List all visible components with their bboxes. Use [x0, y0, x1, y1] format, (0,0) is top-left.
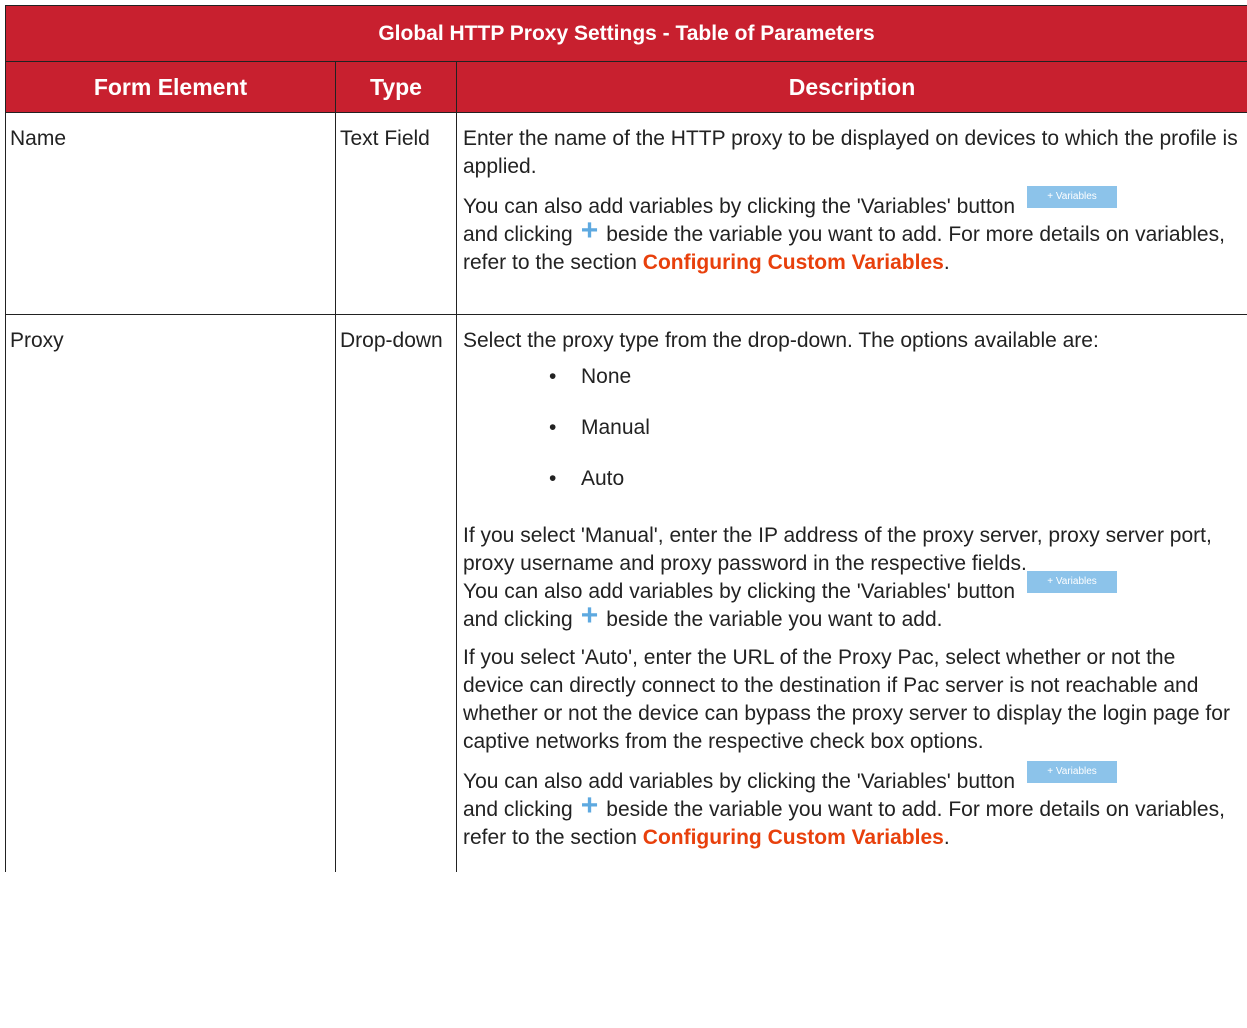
bullet-icon: •: [549, 365, 557, 388]
description-paragraph: You can also add variables by clicking t…: [463, 761, 1241, 852]
table-title: Global HTTP Proxy Settings - Table of Pa…: [4, 5, 1247, 62]
description-paragraph: If you select 'Auto', enter the URL of t…: [463, 646, 1230, 753]
option-label: None: [581, 365, 632, 388]
description-text: You can also add variables by clicking t…: [463, 770, 1016, 793]
table-header-row: Form Element Type Description: [5, 61, 1247, 113]
variables-button-image: + Variables: [1027, 186, 1118, 209]
variables-button-image: + Variables: [1027, 761, 1118, 784]
type-cell: Text Field: [335, 112, 457, 315]
description-paragraph: If you select 'Manual', enter the IP add…: [463, 522, 1241, 634]
description-cell: Select the proxy type from the drop-down…: [455, 314, 1247, 872]
variables-button-image: + Variables: [1027, 571, 1118, 594]
list-item: • Auto: [463, 465, 1241, 516]
description-text: beside the variable you want to add.: [606, 608, 943, 631]
description-text: .: [943, 826, 950, 849]
plus-icon: +: [580, 599, 599, 633]
description-text: and clicking: [463, 798, 573, 821]
description-text: You can also add variables by clicking t…: [463, 195, 1016, 218]
form-element-cell: Name: [5, 112, 336, 315]
description-paragraph: You can also add variables by clicking t…: [463, 186, 1241, 277]
configuring-custom-variables-link[interactable]: Configuring Custom Variables: [643, 251, 944, 274]
table-row-name: Name Text Field Enter the name of the HT…: [5, 112, 1247, 315]
table-row-proxy: Proxy Drop-down Select the proxy type fr…: [5, 314, 1247, 872]
list-item: • Manual: [463, 414, 1241, 465]
bullet-icon: •: [549, 467, 557, 490]
description-paragraph: Select the proxy type from the drop-down…: [463, 329, 1099, 352]
column-header-form-element: Form Element: [5, 61, 336, 113]
parameters-table-wrapper: Global HTTP Proxy Settings - Table of Pa…: [4, 5, 1247, 872]
option-label: Auto: [581, 467, 625, 490]
table-title-row: Global HTTP Proxy Settings - Table of Pa…: [4, 5, 1247, 62]
proxy-options-list: • None • Manual • Auto: [463, 363, 1241, 516]
configuring-custom-variables-link[interactable]: Configuring Custom Variables: [643, 826, 944, 849]
description-paragraph: Enter the name of the HTTP proxy to be d…: [463, 127, 1238, 178]
bullet-icon: •: [549, 416, 557, 439]
type-cell: Drop-down: [335, 314, 457, 872]
option-label: Manual: [581, 416, 650, 439]
plus-icon: +: [580, 789, 599, 823]
description-text: and clicking: [463, 223, 573, 246]
list-item: • None: [463, 363, 1241, 414]
form-element-cell: Proxy: [5, 314, 336, 872]
description-cell: Enter the name of the HTTP proxy to be d…: [455, 112, 1247, 315]
plus-icon: +: [580, 214, 599, 248]
description-text: If you select 'Manual', enter the IP add…: [463, 524, 1212, 575]
description-text: and clicking: [463, 608, 573, 631]
column-header-description: Description: [455, 61, 1247, 113]
parameters-table: Global HTTP Proxy Settings - Table of Pa…: [4, 5, 1247, 872]
column-header-type: Type: [335, 61, 457, 113]
description-text: You can also add variables by clicking t…: [463, 580, 1016, 603]
description-text: .: [943, 251, 950, 274]
